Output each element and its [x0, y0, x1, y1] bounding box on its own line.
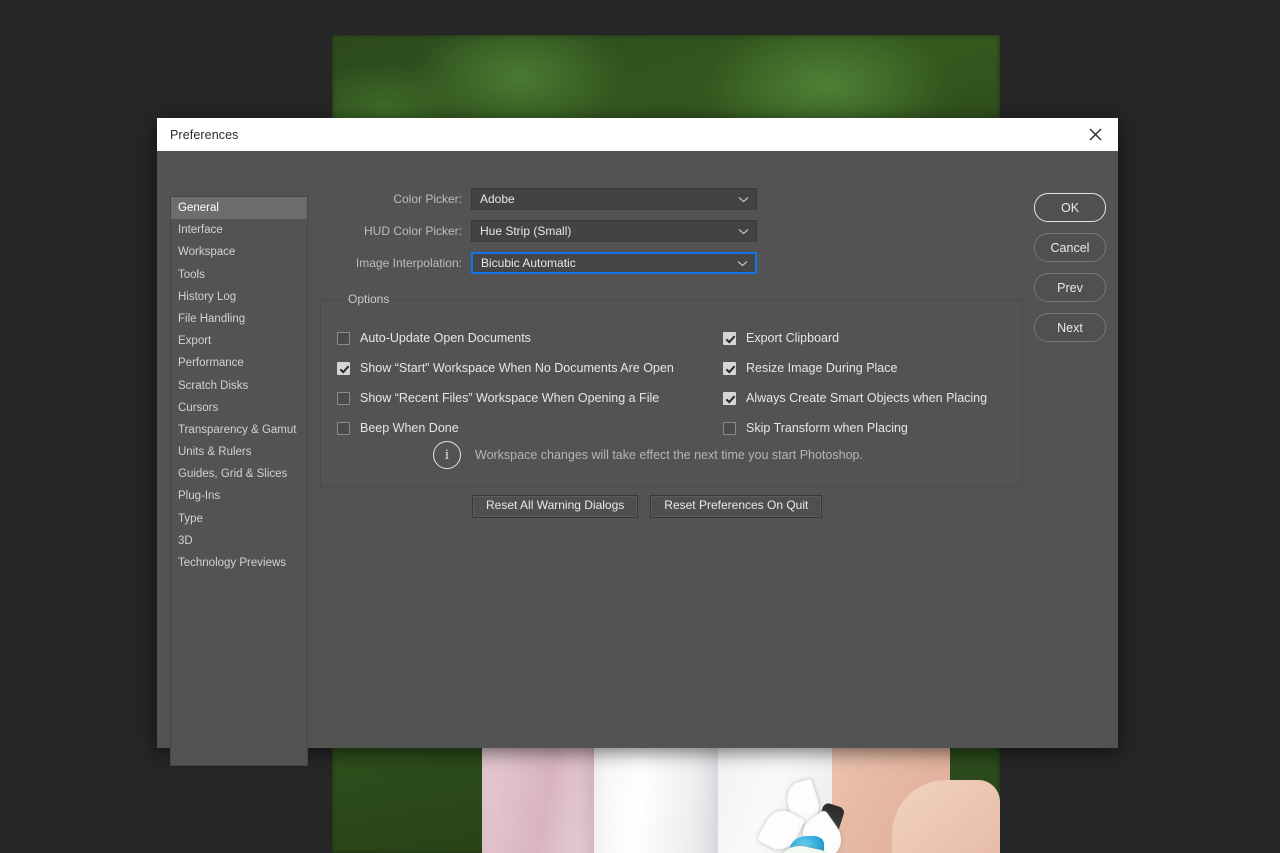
workspace-note: i Workspace changes will take effect the…	[433, 441, 863, 469]
reset-buttons: Reset All Warning Dialogs Reset Preferenc…	[472, 495, 823, 518]
sidebar-item-technology-previews[interactable]: Technology Previews	[171, 552, 307, 574]
field-row: Image Interpolation: Bicubic Automatic	[320, 252, 950, 274]
checkbox-label: Skip Transform when Placing	[746, 421, 908, 435]
checkbox-label: Show “Start” Workspace When No Documents…	[360, 361, 674, 375]
ok-button[interactable]: OK	[1034, 193, 1106, 222]
sidebar-item-label: Scratch Disks	[178, 379, 249, 392]
checkbox-row[interactable]: Auto-Update Open Documents	[337, 323, 727, 353]
checkbox-label: Always Create Smart Objects when Placing	[746, 391, 988, 405]
preferences-dialog: Preferences General Interface Workspace Too…	[157, 118, 1118, 766]
chevron-down-icon	[738, 190, 749, 208]
checkbox-row[interactable]: Beep When Done	[337, 413, 727, 443]
checkbox-row[interactable]: Show “Start” Workspace When No Documents…	[337, 353, 727, 383]
field-label: Image Interpolation:	[355, 256, 462, 270]
prev-button[interactable]: Prev	[1034, 273, 1106, 302]
options-right-column: Export Clipboard Resize Image During Plac…	[723, 323, 1015, 443]
sidebar-item-plug-ins[interactable]: Plug-Ins	[171, 485, 307, 507]
field-label: Color Picker:	[393, 192, 462, 206]
sidebar-item-workspace[interactable]: Workspace	[171, 241, 307, 263]
dialog-body: General Interface Workspace Tools History Lo…	[157, 151, 1118, 766]
dropdown-color-picker[interactable]: Adobe	[471, 188, 757, 210]
dropdown-value: Hue Strip (Small)	[480, 224, 572, 238]
checkbox-unchecked-icon[interactable]	[337, 331, 350, 345]
photo-corsage	[756, 778, 856, 853]
checkbox-row[interactable]: Resize Image During Place	[723, 353, 1015, 383]
button-reset-all-warning-dialogs[interactable]: Reset All Warning Dialogs	[472, 495, 639, 518]
checkbox-unchecked-icon[interactable]	[723, 421, 736, 435]
sidebar-item-label: Transparency & Gamut	[178, 423, 297, 436]
next-button[interactable]: Next	[1034, 313, 1106, 342]
checkbox-label: Show “Recent Files” Workspace When Openi…	[360, 391, 660, 405]
info-circle-icon: i	[433, 441, 461, 469]
field-row: HUD Color Picker: Hue Strip (Small)	[320, 220, 950, 242]
checkbox-label: Beep When Done	[360, 421, 459, 435]
sidebar-item-label: History Log	[178, 290, 237, 303]
field-label: HUD Color Picker:	[363, 224, 462, 238]
sidebar-item-label: Performance	[178, 357, 244, 370]
checkbox-checked-icon[interactable]	[723, 361, 736, 375]
cancel-button[interactable]: Cancel	[1034, 233, 1106, 262]
button-reset-preferences-on-quit[interactable]: Reset Preferences On Quit	[650, 495, 823, 518]
chevron-down-icon	[738, 222, 749, 240]
screen: Preferences General Interface Workspace Too…	[0, 0, 1280, 853]
sidebar-item-type[interactable]: Type	[171, 508, 307, 530]
sidebar-item-file-handling[interactable]: File Handling	[171, 308, 307, 330]
checkbox-label: Resize Image During Place	[746, 361, 898, 375]
sidebar-item-label: Export	[178, 335, 212, 348]
sidebar-item-history-log[interactable]: History Log	[171, 286, 307, 308]
sidebar-item-label: Workspace	[178, 246, 236, 259]
sidebar-item-label: Technology Previews	[178, 557, 287, 569]
dialog-actions: OK Cancel Prev Next	[1034, 193, 1106, 342]
checkbox-unchecked-icon[interactable]	[337, 421, 350, 435]
options-left-column: Auto-Update Open Documents Show “Start” W…	[337, 323, 727, 443]
sidebar-item-units-rulers[interactable]: Units & Rulers	[171, 441, 307, 463]
sidebar-item-label: Interface	[178, 224, 223, 237]
sidebar-item-label: 3D	[178, 534, 193, 547]
dialog-titlebar: Preferences	[157, 118, 1118, 151]
dropdown-value: Bicubic Automatic	[481, 256, 576, 270]
checkbox-label: Auto-Update Open Documents	[360, 331, 531, 345]
info-glyph: i	[444, 446, 450, 463]
checkbox-row[interactable]: Show “Recent Files” Workspace When Openi…	[337, 383, 727, 413]
sidebar-item-tools[interactable]: Tools	[171, 264, 307, 286]
checkbox-checked-icon[interactable]	[723, 331, 736, 345]
sidebar-item-transparency-gamut[interactable]: Transparency & Gamut	[171, 419, 307, 441]
sidebar-item-label: Guides, Grid & Slices	[178, 468, 288, 481]
sidebar-item-3d[interactable]: 3D	[171, 530, 307, 552]
sidebar-item-label: Tools	[178, 268, 205, 281]
sidebar-item-label: Plug-Ins	[178, 490, 221, 503]
sidebar-item-scratch-disks[interactable]: Scratch Disks	[171, 375, 307, 397]
close-icon[interactable]	[1072, 118, 1118, 151]
sidebar-item-label: General	[178, 202, 219, 214]
sidebar-item-label: File Handling	[178, 312, 246, 325]
checkbox-checked-icon[interactable]	[723, 391, 736, 405]
field-row: Color Picker: Adobe	[320, 188, 950, 210]
sidebar-item-interface[interactable]: Interface	[171, 219, 307, 241]
sidebar-item-guides-grid-slices[interactable]: Guides, Grid & Slices	[171, 463, 307, 485]
checkbox-row[interactable]: Skip Transform when Placing	[723, 413, 1015, 443]
settings-fields: Color Picker: Adobe HUD Color Picker: Hue S…	[320, 188, 950, 284]
checkbox-row[interactable]: Always Create Smart Objects when Placing	[723, 383, 1015, 413]
chevron-down-icon	[737, 254, 748, 272]
sidebar-item-general[interactable]: General	[171, 197, 307, 220]
checkbox-row[interactable]: Export Clipboard	[723, 323, 1015, 353]
dialog-title: Preferences	[170, 127, 239, 142]
sidebar-item-performance[interactable]: Performance	[171, 352, 307, 374]
options-group-label: Options	[343, 292, 395, 306]
checkbox-label: Export Clipboard	[746, 331, 840, 345]
sidebar-item-label: Cursors	[178, 401, 219, 414]
workspace-note-text: Workspace changes will take effect the n…	[475, 448, 863, 462]
sidebar-item-cursors[interactable]: Cursors	[171, 397, 307, 419]
preferences-category-list[interactable]: General Interface Workspace Tools History Lo…	[170, 196, 308, 766]
checkbox-checked-icon[interactable]	[337, 361, 350, 375]
sidebar-item-label: Type	[178, 512, 203, 525]
options-group: Options Auto-Update Open Documents Show “…	[320, 292, 1023, 487]
sidebar-item-export[interactable]: Export	[171, 330, 307, 352]
checkbox-unchecked-icon[interactable]	[337, 391, 350, 405]
sidebar-item-label: Units & Rulers	[178, 446, 252, 459]
dropdown-hud-color-picker[interactable]: Hue Strip (Small)	[471, 220, 757, 242]
dropdown-image-interpolation[interactable]: Bicubic Automatic	[471, 252, 757, 274]
dropdown-value: Adobe	[480, 192, 515, 206]
